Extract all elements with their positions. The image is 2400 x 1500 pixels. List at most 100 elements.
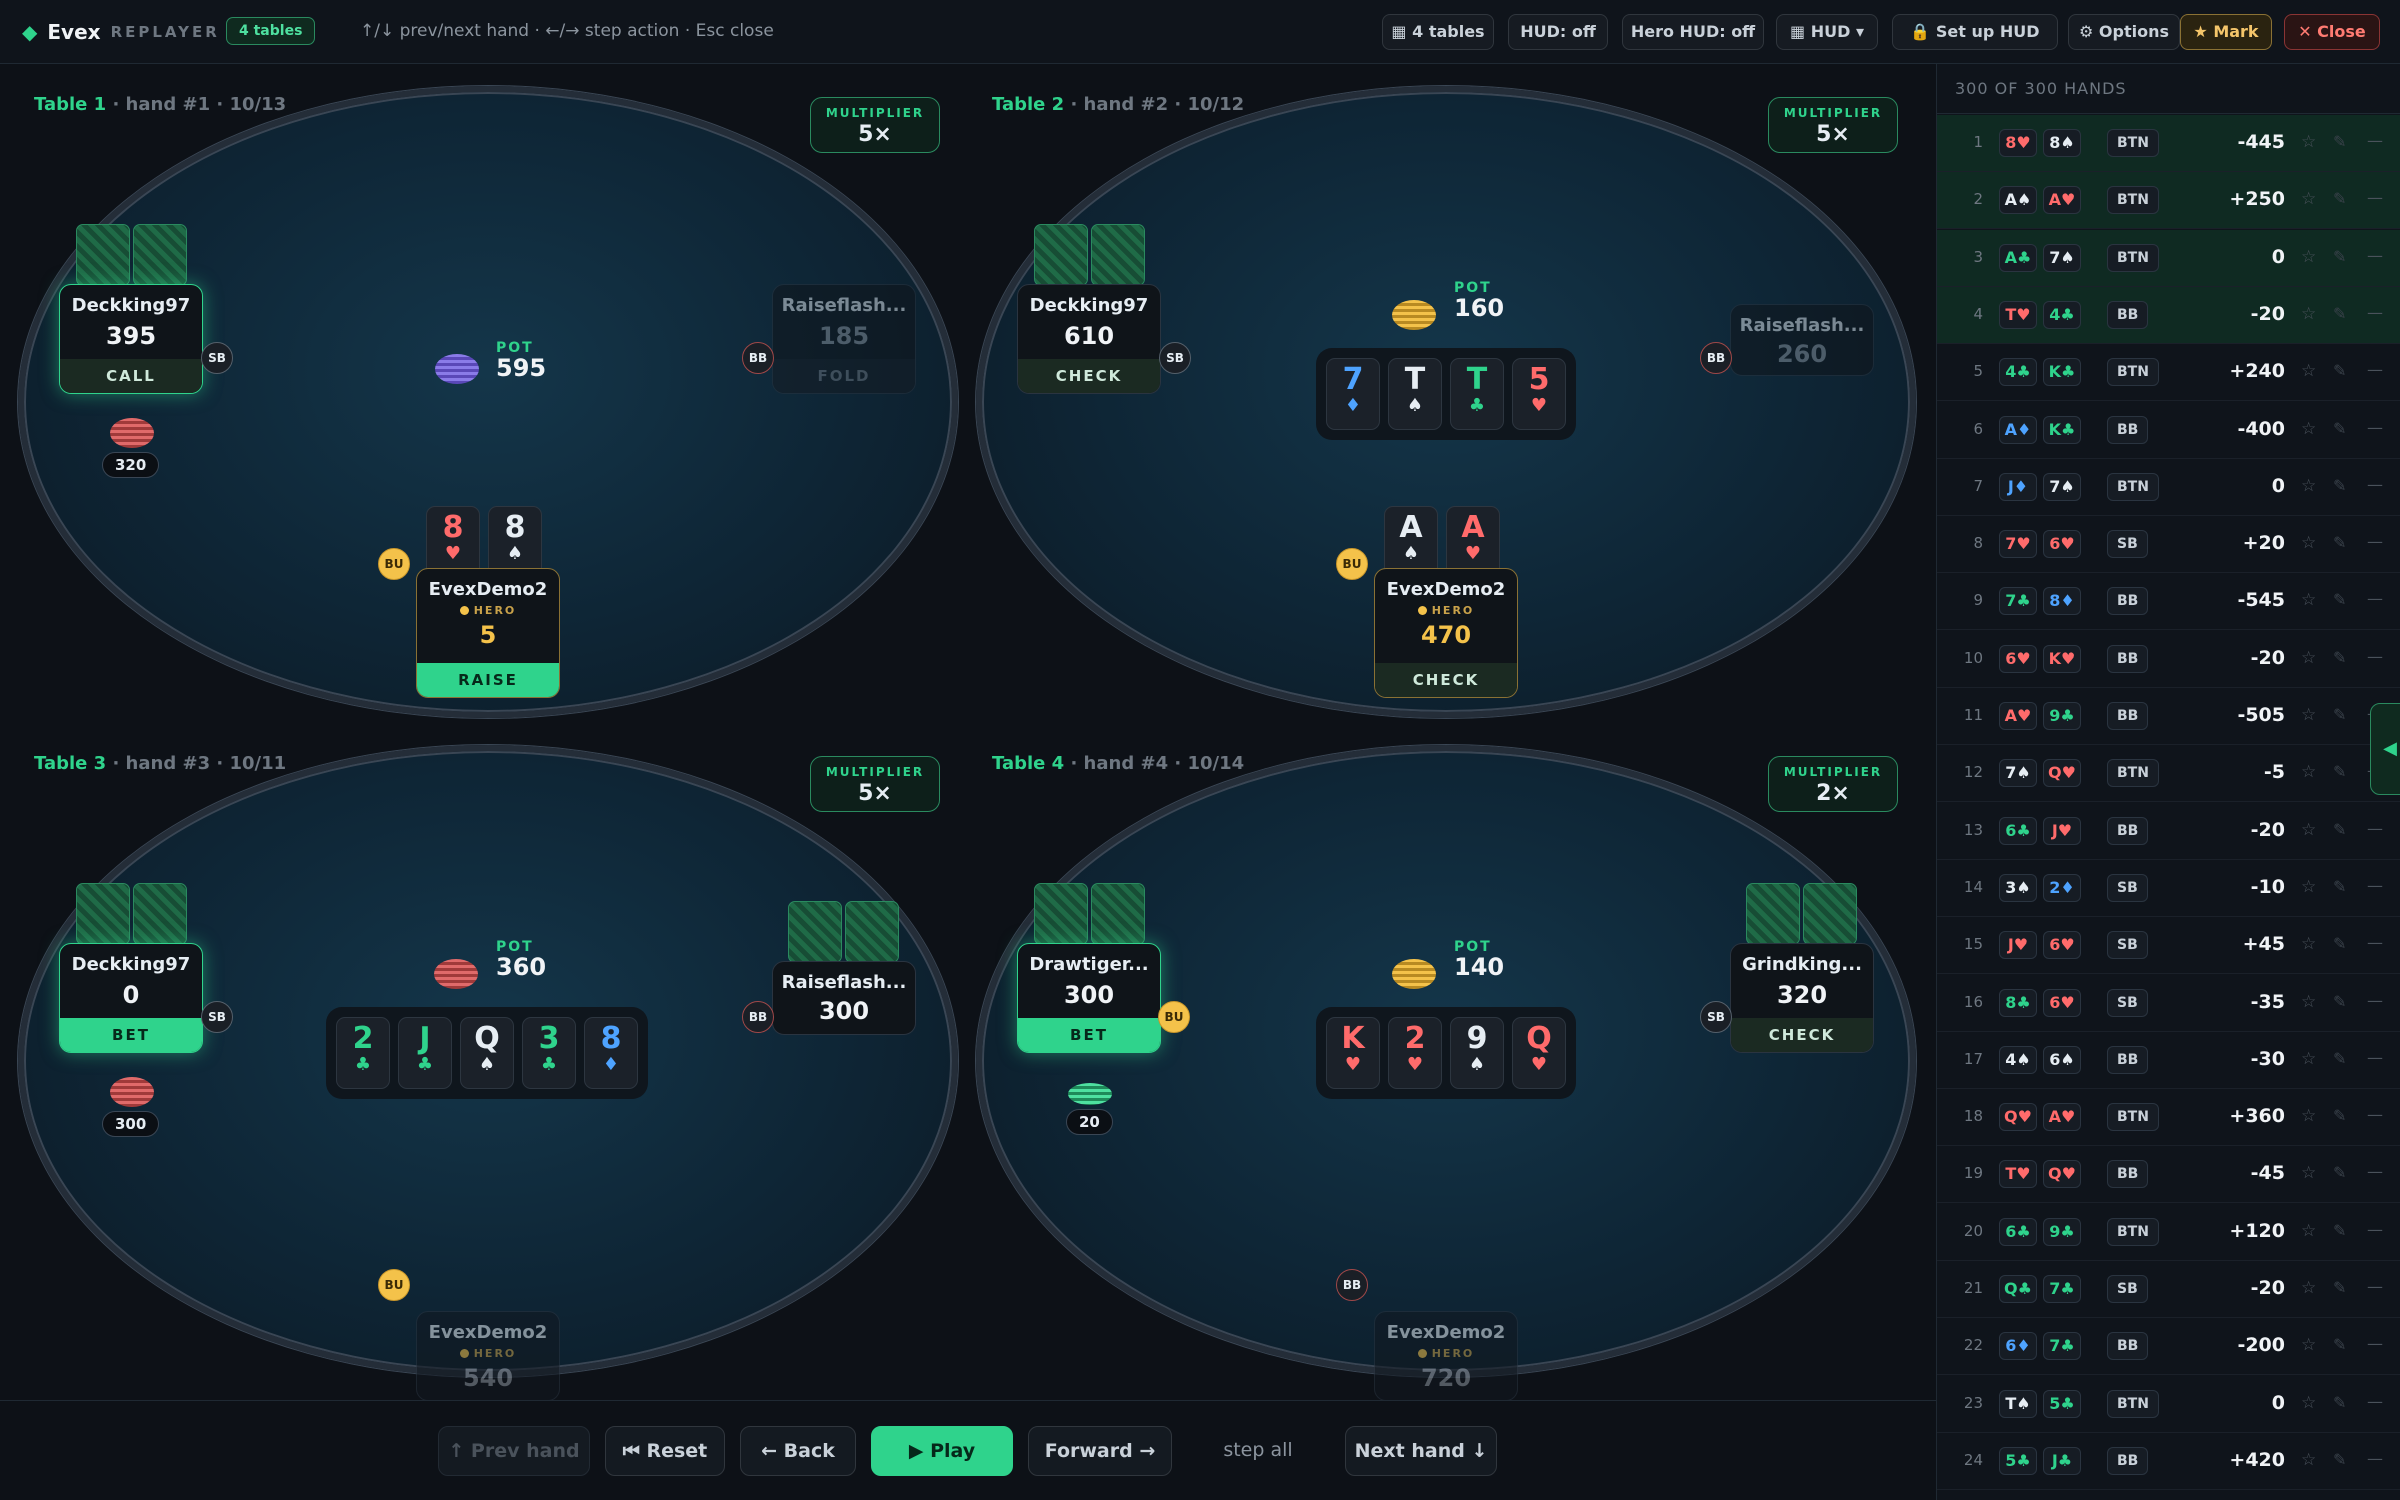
hand-list-row[interactable]: 11A♥9♣BB-505☆✎— xyxy=(1937,688,2400,745)
hand-list-row[interactable]: 1 8♥ 8♠ BTN -445 ☆ ✎ — xyxy=(1937,115,2400,172)
hand-list-row[interactable]: 9 7♣ 8♦ BB -545 ☆ ✎ — xyxy=(1937,573,2400,631)
star-icon[interactable]: ☆ xyxy=(2301,1335,2316,1355)
step-all-button[interactable]: step all xyxy=(1196,1426,1320,1476)
hand-list-row[interactable]: 19 T♥ Q♥ BB -45 ☆ ✎ — xyxy=(1937,1146,2400,1204)
hand-list-row[interactable]: 13 6♣ J♥ BB -20 ☆ ✎ — xyxy=(1937,803,2400,860)
star-icon[interactable]: ☆ xyxy=(2301,132,2316,152)
hand-list-row[interactable]: 15 J♥ 6♥ SB +45 ☆ ✎ — xyxy=(1937,917,2400,975)
pencil-icon[interactable]: ✎ xyxy=(2333,820,2346,839)
reset-button[interactable]: ⏮ Reset xyxy=(605,1426,725,1476)
hand-list-row[interactable]: 7 J♦ 7♠ BTN 0 ☆ ✎ — xyxy=(1937,459,2400,516)
pencil-icon[interactable]: ✎ xyxy=(2333,419,2346,438)
hand-list-row[interactable]: 18 Q♥ A♥ BTN +360 ☆ ✎ — xyxy=(1937,1089,2400,1147)
hero-seat[interactable]: EvexDemo2 HERO 5 RAISE xyxy=(416,568,560,698)
star-icon[interactable]: ☆ xyxy=(2301,992,2316,1012)
options-button[interactable]: ⚙ Options xyxy=(2068,14,2180,50)
hand-list-row[interactable]: 127♠Q♥BTN-5☆✎— xyxy=(1937,745,2400,803)
hand-list-row[interactable]: 16 8♣ 6♥ SB -35 ☆ ✎ — xyxy=(1937,975,2400,1032)
star-icon[interactable]: ☆ xyxy=(2301,1393,2316,1413)
star-icon[interactable]: ☆ xyxy=(2301,705,2316,725)
hand-list-row[interactable]: 14 3♠ 2♦ SB -10 ☆ ✎ — xyxy=(1937,860,2400,917)
hud-menu-button[interactable]: ▦ HUD ▾ xyxy=(1776,14,1878,50)
pencil-icon[interactable]: ✎ xyxy=(2333,533,2346,552)
next-hand-button[interactable]: Next hand ↓ xyxy=(1345,1426,1497,1476)
forward-button[interactable]: Forward → xyxy=(1028,1426,1172,1476)
set-up-hud-button[interactable]: 🔒 Set up HUD xyxy=(1892,14,2058,50)
star-icon[interactable]: ☆ xyxy=(2301,590,2316,610)
opponent-seat[interactable]: Raiseflash... 260 xyxy=(1730,304,1874,376)
hand-list-row[interactable]: 17 4♠ 6♠ BB -30 ☆ ✎ — xyxy=(1937,1032,2400,1089)
hero-hud-toggle-button[interactable]: Hero HUD: off xyxy=(1622,14,1764,50)
opponent-seat[interactable]: Deckking97 395 CALL xyxy=(59,284,203,394)
pencil-icon[interactable]: ✎ xyxy=(2333,247,2346,266)
hud-toggle-button[interactable]: HUD: off xyxy=(1508,14,1608,50)
pencil-icon[interactable]: ✎ xyxy=(2333,1106,2346,1125)
star-icon[interactable]: ☆ xyxy=(2301,189,2316,209)
opponent-seat[interactable]: Deckking97 0 BET xyxy=(59,943,203,1053)
hand-list-row[interactable]: 22 6♦ 7♣ BB -200 ☆ ✎ — xyxy=(1937,1318,2400,1376)
pencil-icon[interactable]: ✎ xyxy=(2333,189,2346,208)
hand-list-row[interactable]: 2 A♠ A♥ BTN +250 ☆ ✎ — xyxy=(1937,172,2400,230)
pencil-icon[interactable]: ✎ xyxy=(2333,762,2346,781)
star-icon[interactable]: ☆ xyxy=(2301,877,2316,897)
pencil-icon[interactable]: ✎ xyxy=(2333,1335,2346,1354)
star-icon[interactable]: ☆ xyxy=(2301,247,2316,267)
mark-button[interactable]: ★ Mark xyxy=(2180,14,2272,50)
star-icon[interactable]: ☆ xyxy=(2301,1278,2316,1298)
hand-list-row[interactable]: 21 Q♣ 7♣ SB -20 ☆ ✎ — xyxy=(1937,1261,2400,1318)
pencil-icon[interactable]: ✎ xyxy=(2333,992,2346,1011)
hand-list-row[interactable]: 8 7♥ 6♥ SB +20 ☆ ✎ — xyxy=(1937,516,2400,574)
opponent-seat[interactable]: Raiseflash... 185 FOLD xyxy=(772,284,916,394)
pencil-icon[interactable]: ✎ xyxy=(2333,934,2346,953)
star-icon[interactable]: ☆ xyxy=(2301,419,2316,439)
opponent-seat[interactable]: Grindking... 320 CHECK xyxy=(1730,943,1874,1053)
star-icon[interactable]: ☆ xyxy=(2301,1049,2316,1069)
opponent-seat[interactable]: Drawtiger... 300 BET xyxy=(1017,943,1161,1053)
pencil-icon[interactable]: ✎ xyxy=(2333,361,2346,380)
star-icon[interactable]: ☆ xyxy=(2301,476,2316,496)
pencil-icon[interactable]: ✎ xyxy=(2333,1049,2346,1068)
collapse-panel-tab[interactable]: ◀ xyxy=(2370,703,2400,795)
star-icon[interactable]: ☆ xyxy=(2301,648,2316,668)
star-icon[interactable]: ☆ xyxy=(2301,1221,2316,1241)
hand-list-row[interactable]: 10 6♥ K♥ BB -20 ☆ ✎ — xyxy=(1937,631,2400,688)
play-button[interactable]: ▶ Play xyxy=(871,1426,1013,1476)
pencil-icon[interactable]: ✎ xyxy=(2333,476,2346,495)
back-button[interactable]: ← Back xyxy=(740,1426,856,1476)
hero-seat[interactable]: EvexDemo2 HERO 470 CHECK xyxy=(1374,568,1518,698)
hero-seat[interactable]: EvexDemo2 HERO 540 xyxy=(416,1311,560,1401)
hand-list-row[interactable]: 6 A♦ K♣ BB -400 ☆ ✎ — xyxy=(1937,402,2400,459)
star-icon[interactable]: ☆ xyxy=(2301,1163,2316,1183)
pencil-icon[interactable]: ✎ xyxy=(2333,304,2346,323)
hand-list-row[interactable]: 4 T♥ 4♣ BB -20 ☆ ✎ — xyxy=(1937,286,2400,344)
star-icon[interactable]: ☆ xyxy=(2301,934,2316,954)
pencil-icon[interactable]: ✎ xyxy=(2333,1393,2346,1412)
hand-list-row[interactable]: 24 5♣ J♣ BB +420 ☆ ✎ — xyxy=(1937,1433,2400,1490)
hand-list-row[interactable]: 3 A♣ 7♠ BTN 0 ☆ ✎ — xyxy=(1937,229,2400,287)
tables-button[interactable]: ▦ 4 tables xyxy=(1382,14,1494,50)
pencil-icon[interactable]: ✎ xyxy=(2333,1163,2346,1182)
hand-list-row[interactable]: 5 4♣ K♣ BTN +240 ☆ ✎ — xyxy=(1937,344,2400,402)
opponent-seat[interactable]: Raiseflash... 300 xyxy=(772,961,916,1035)
hand-list-row[interactable]: 20 6♣ 9♣ BTN +120 ☆ ✎ — xyxy=(1937,1204,2400,1261)
prev-hand-button[interactable]: ↑ Prev hand xyxy=(438,1426,590,1476)
star-icon[interactable]: ☆ xyxy=(2301,304,2316,324)
star-icon[interactable]: ☆ xyxy=(2301,762,2316,782)
opponent-seat[interactable]: Deckking97 610 CHECK xyxy=(1017,284,1161,394)
pencil-icon[interactable]: ✎ xyxy=(2333,1278,2346,1297)
hand-list-row[interactable]: 23 T♠ 5♣ BTN 0 ☆ ✎ — xyxy=(1937,1376,2400,1433)
star-icon[interactable]: ☆ xyxy=(2301,533,2316,553)
star-icon[interactable]: ☆ xyxy=(2301,1450,2316,1470)
star-icon[interactable]: ☆ xyxy=(2301,1106,2316,1126)
pencil-icon[interactable]: ✎ xyxy=(2333,705,2346,724)
star-icon[interactable]: ☆ xyxy=(2301,820,2316,840)
close-button[interactable]: ✕ Close xyxy=(2284,14,2380,50)
pencil-icon[interactable]: ✎ xyxy=(2333,877,2346,896)
pencil-icon[interactable]: ✎ xyxy=(2333,590,2346,609)
pencil-icon[interactable]: ✎ xyxy=(2333,1221,2346,1240)
hero-seat[interactable]: EvexDemo2 HERO 720 xyxy=(1374,1311,1518,1401)
pencil-icon[interactable]: ✎ xyxy=(2333,1450,2346,1469)
star-icon[interactable]: ☆ xyxy=(2301,361,2316,381)
pencil-icon[interactable]: ✎ xyxy=(2333,648,2346,667)
pencil-icon[interactable]: ✎ xyxy=(2333,132,2346,151)
